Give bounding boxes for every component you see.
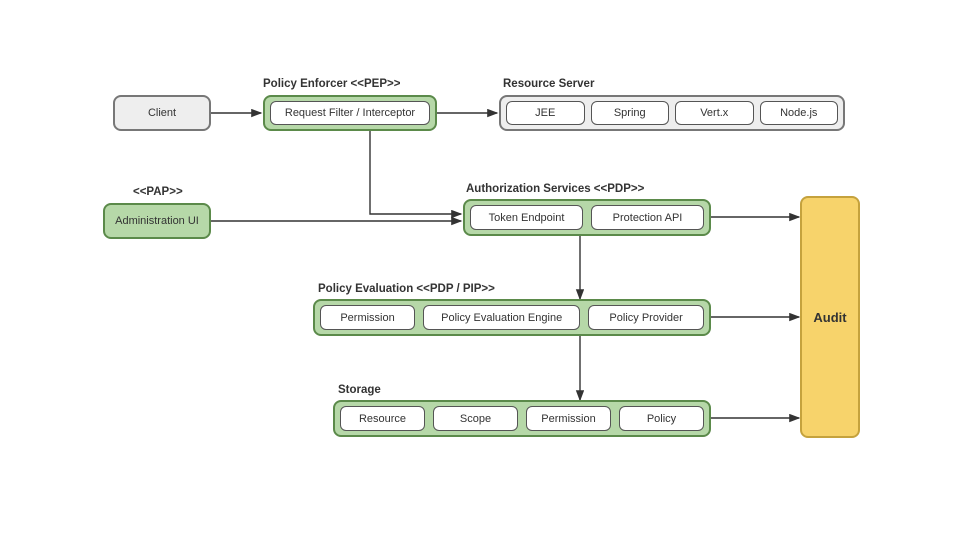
storage-scope: Scope (433, 406, 518, 431)
rs-item-vertx-label: Vert.x (700, 107, 728, 119)
diagram-canvas: Client Policy Enforcer <<PEP>> Request F… (0, 0, 960, 540)
rs-item-spring-label: Spring (614, 107, 646, 119)
storage-policy-label: Policy (647, 413, 676, 425)
peval-permission-label: Permission (340, 312, 394, 324)
pdp-protection-api-label: Protection API (613, 212, 683, 224)
storage-resource: Resource (340, 406, 425, 431)
storage-scope-label: Scope (460, 413, 491, 425)
audit-box: Audit (800, 196, 860, 438)
peval-container: Permission Policy Evaluation Engine Poli… (313, 299, 711, 336)
pap-title: <<PAP>> (133, 186, 183, 198)
audit-label: Audit (813, 310, 846, 325)
pep-inner: Request Filter / Interceptor (270, 101, 430, 125)
pep-container: Request Filter / Interceptor (263, 95, 437, 131)
peval-provider: Policy Provider (588, 305, 704, 330)
peval-permission: Permission (320, 305, 415, 330)
pdp-token-endpoint: Token Endpoint (470, 205, 583, 230)
rs-item-jee: JEE (506, 101, 585, 125)
peval-provider-label: Policy Provider (609, 312, 682, 324)
client-box: Client (113, 95, 211, 131)
pdp-token-endpoint-label: Token Endpoint (489, 212, 565, 224)
pap-box: Administration UI (103, 203, 211, 239)
rs-item-nodejs: Node.js (760, 101, 839, 125)
pdp-protection-api: Protection API (591, 205, 704, 230)
pep-inner-label: Request Filter / Interceptor (285, 107, 415, 119)
storage-resource-label: Resource (359, 413, 406, 425)
client-label: Client (148, 107, 176, 119)
peval-title: Policy Evaluation <<PDP / PIP>> (318, 283, 495, 295)
peval-engine-label: Policy Evaluation Engine (441, 312, 562, 324)
storage-permission-label: Permission (541, 413, 595, 425)
rs-item-spring: Spring (591, 101, 670, 125)
storage-policy: Policy (619, 406, 704, 431)
pep-title: Policy Enforcer <<PEP>> (263, 78, 400, 90)
storage-permission: Permission (526, 406, 611, 431)
pap-box-label: Administration UI (115, 215, 199, 227)
resource-server-container: JEE Spring Vert.x Node.js (499, 95, 845, 131)
storage-title: Storage (338, 384, 381, 396)
rs-item-jee-label: JEE (535, 107, 555, 119)
storage-container: Resource Scope Permission Policy (333, 400, 711, 437)
rs-item-vertx: Vert.x (675, 101, 754, 125)
pdp-title: Authorization Services <<PDP>> (466, 183, 644, 195)
peval-engine: Policy Evaluation Engine (423, 305, 580, 330)
pdp-container: Token Endpoint Protection API (463, 199, 711, 236)
resource-server-title: Resource Server (503, 78, 594, 90)
rs-item-nodejs-label: Node.js (780, 107, 817, 119)
